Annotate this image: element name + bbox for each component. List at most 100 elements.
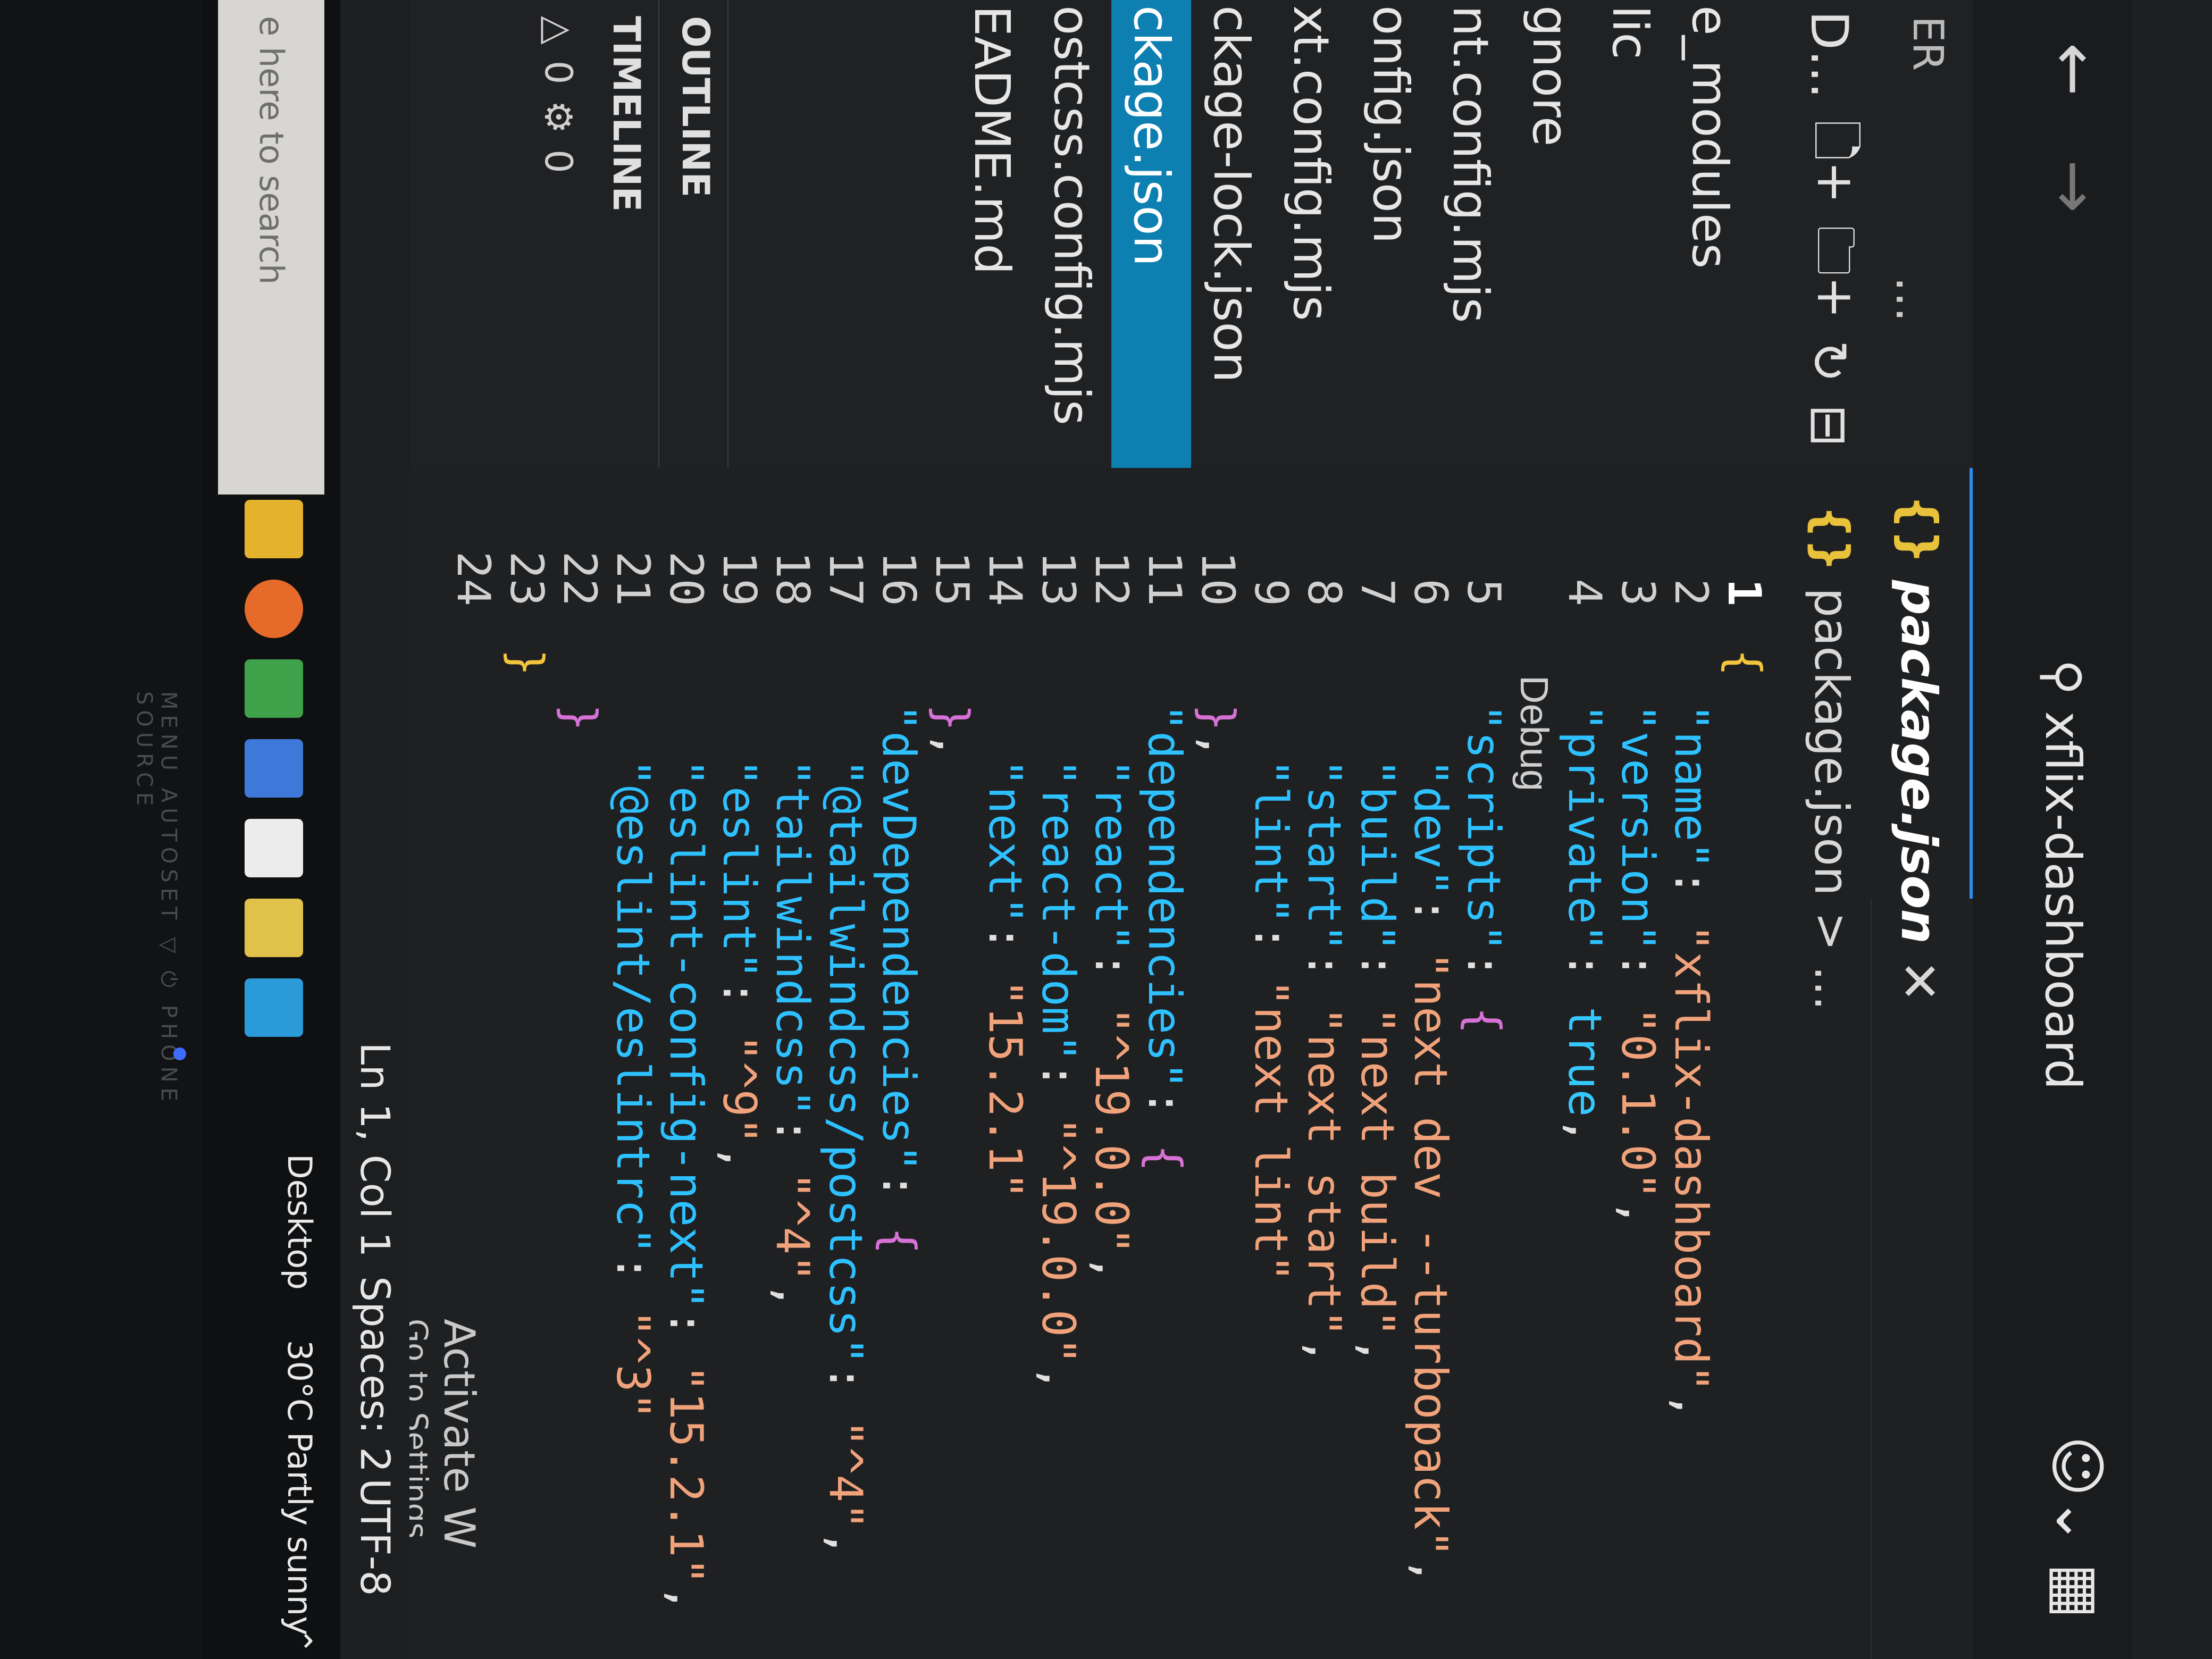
outline-section[interactable]: OUTLINE [664,0,728,484]
code-token: : [819,1364,872,1420]
vscode-taskbar-icon[interactable] [245,978,303,1037]
editor-area: {} package.json ✕ {} package.json > ... … [409,468,1973,1659]
encoding[interactable]: UTF-8 [340,1478,409,1596]
terminal-icon[interactable] [245,819,303,877]
arrow-right-icon[interactable]: → [2037,160,2111,213]
chevron-up-icon[interactable]: ⌃ [280,1627,319,1655]
windows-taskbar: e here to search Desktop 30°C Partly sun… [202,0,340,1659]
breadcrumb-rest[interactable]: > ... [1805,912,1859,1011]
arrow-left-icon[interactable]: ← [2037,43,2111,96]
code-token: : [978,924,1032,979]
command-center-label: xflix-dashboard [2034,711,2092,1090]
code-editor[interactable]: 1{2 "name": "xflix-dashboard", 3 "version… [441,468,1771,1659]
code-token: "^19.0.0" [1085,1007,1138,1255]
activate-windows-watermark: Activate W Go to Settings [398,1319,484,1548]
line-number: 15 [925,551,978,606]
code-token: : [1085,951,1138,1007]
file-item[interactable]: onfig.json [1351,0,1430,468]
code-token: : [872,1171,925,1227]
warning-icon: △ [537,16,580,45]
folder-name[interactable]: D... [1799,11,1859,98]
explorer-title: ER [1904,16,1951,71]
code-token: "version" [1611,703,1664,952]
file-item[interactable]: xt.config.mjs [1271,0,1351,468]
line-number: 8 [1297,579,1351,606]
file-item[interactable]: gnore [1510,0,1590,468]
file-item[interactable]: nt.config.mjs [1430,0,1510,468]
code-token: , [1085,1254,1138,1282]
code-token: : [1351,951,1404,1007]
code-token: "next build" [1351,1007,1404,1337]
code-line: 10 }, [1191,468,1244,1659]
line-number: 22 [553,551,606,606]
command-center-search[interactable]: ⚲ xflix-dashboard [2015,659,2111,1170]
file-item[interactable]: lic [1590,0,1670,468]
code-line: 1{ [1717,468,1771,1659]
indentation[interactable]: Spaces: 2 [340,1276,409,1472]
code-token: "next lint" [1244,979,1297,1282]
code-line: 6 "dev": "next dev --turbopack", [1404,468,1457,1659]
app-icon[interactable] [245,659,303,718]
collapse-icon[interactable]: ⊟ [1799,404,1859,447]
new-folder-icon[interactable]: 🗀+ [1786,225,1873,319]
code-token: } [1191,703,1244,732]
more-actions-icon[interactable]: ... [1885,276,1941,322]
code-token: "xflix-dashboard" [1664,924,1717,1392]
file-explorer-icon[interactable] [245,500,303,558]
line-number: 20 [659,551,713,606]
store-icon[interactable] [245,739,303,798]
file-item[interactable]: ckage-lock.json [1191,0,1271,468]
folder-icon[interactable] [245,899,303,957]
line-number: 2 [1664,579,1717,606]
line-number: 23 [500,551,553,606]
code-token: "private" [1558,703,1611,952]
code-token: : [606,1254,659,1310]
code-token: "^3" [606,1309,659,1420]
file-item-active[interactable]: ckage.json [1111,0,1191,468]
copilot-icon[interactable]: ☺⌄ [2043,1436,2111,1546]
timeline-section[interactable]: TIMELINE [594,0,659,484]
code-line: 22 } [553,468,606,1659]
code-token: : [1297,951,1351,1007]
cursor-position[interactable]: Ln 1, Col 1 [340,1042,409,1258]
new-file-icon[interactable]: 🗋+ [1786,120,1873,204]
close-icon[interactable]: ✕ [1889,960,1949,1002]
layout-icon[interactable]: ▦ [2043,1563,2111,1619]
file-item[interactable]: e_modules [1670,0,1749,468]
code-token: : [1457,951,1510,1007]
code-token: : [766,1117,819,1172]
weather-widget[interactable]: 30°C Partly sunny [280,1340,319,1636]
line-number: 11 [1138,551,1191,606]
code-token: "@tailwindcss/postcss" [819,759,872,1365]
line-number: 7 [1351,579,1404,606]
breadcrumb-file[interactable]: package.json [1805,588,1859,895]
code-token: : [659,1309,713,1365]
line-number: 10 [1191,551,1244,606]
tab-package-json[interactable]: {} package.json ✕ [1869,468,1973,1002]
code-token: "devDependencies" [872,703,925,1172]
line-number: 4 [1558,579,1611,606]
desktop-toolbar[interactable]: Desktop [280,1154,319,1290]
file-item[interactable]: EADME.md [952,0,1032,468]
tab-bar: {} package.json ✕ [1869,468,1973,1659]
problems-indicator[interactable]: △ 0 ⚙ 0 [526,0,590,484]
file-item[interactable]: ostcss.config.mjs [1032,0,1111,468]
code-token: , [925,731,978,759]
code-token: "next" [978,759,1032,924]
refresh-icon[interactable]: ↻ [1799,340,1859,383]
firefox-icon[interactable] [245,580,303,638]
code-token: : [713,979,766,1034]
code-line: 15 }, [925,468,978,1659]
debug-codelens[interactable]: Debug [1510,468,1558,1659]
taskbar-search-input[interactable]: e here to search [218,0,324,495]
file-tree: e_modules lic gnore nt.config.mjs onfig.… [952,0,1749,468]
